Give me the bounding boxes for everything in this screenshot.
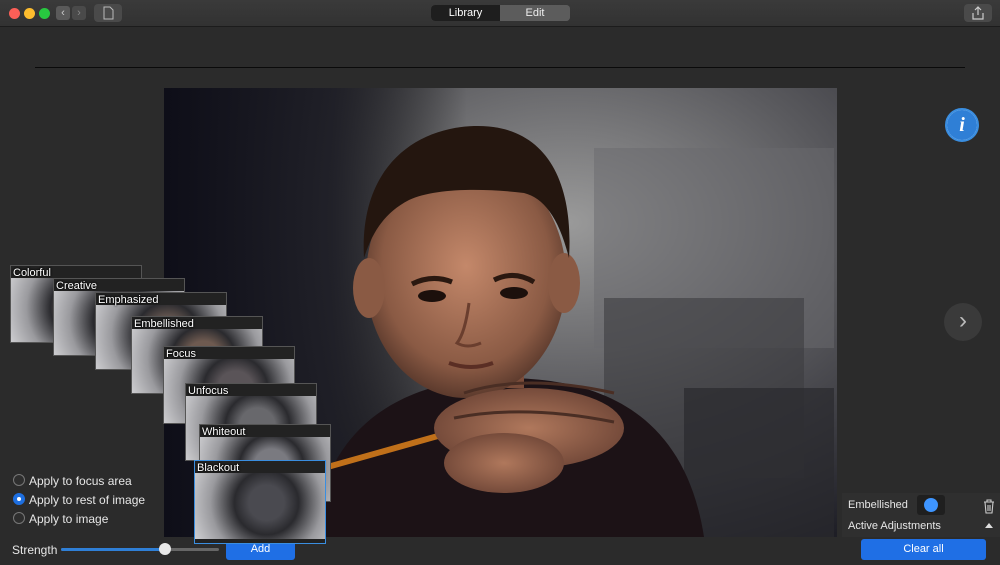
slider-fill [61, 548, 166, 551]
slider-knob[interactable] [159, 543, 172, 555]
tab-library[interactable]: Library [431, 5, 500, 21]
strength-label: Strength [12, 543, 58, 557]
adjustment-name: Embellished [848, 499, 908, 511]
forward-button[interactable]: › [72, 6, 86, 20]
option-label: Apply to focus area [29, 474, 132, 488]
active-adjustments-label: Active Adjustments [848, 520, 941, 532]
back-button[interactable]: ‹ [56, 6, 70, 20]
color-dot [924, 498, 938, 512]
collapse-triangle-icon[interactable] [985, 523, 993, 528]
title-bar: ‹ › Library Edit [0, 0, 1000, 27]
chevron-right-icon: › [959, 307, 967, 334]
preset-label: Colorful [13, 267, 51, 279]
preset-label: Unfocus [188, 385, 229, 397]
radio-button-selected[interactable] [13, 493, 25, 505]
info-button[interactable]: i [945, 108, 979, 142]
preset-label: Whiteout [202, 426, 246, 438]
tab-edit[interactable]: Edit [500, 5, 570, 21]
radio-button[interactable] [13, 512, 25, 524]
mode-segmented-control: Library Edit [431, 5, 570, 21]
minimize-window-button[interactable] [24, 8, 35, 19]
radio-button[interactable] [13, 474, 25, 486]
trash-icon[interactable] [982, 498, 996, 514]
strength-slider[interactable] [61, 543, 219, 555]
divider [35, 67, 965, 68]
preset-label: Creative [56, 280, 97, 292]
option-rest-of-image[interactable]: Apply to rest of image [13, 493, 145, 507]
clear-all-button[interactable]: Clear all [861, 539, 986, 560]
preset-preview-image [195, 473, 325, 539]
preset-label: Focus [166, 348, 196, 360]
next-image-button[interactable]: › [944, 303, 982, 341]
preset-thumbnail[interactable]: Blackout [194, 460, 326, 544]
adjustment-color-swatch[interactable] [917, 495, 945, 515]
share-icon [972, 6, 984, 20]
zoom-window-button[interactable] [39, 8, 50, 19]
info-icon: i [947, 110, 977, 140]
share-button[interactable] [964, 4, 992, 22]
option-label: Apply to rest of image [29, 493, 146, 507]
close-window-button[interactable] [9, 8, 20, 19]
chevron-right-icon: › [77, 7, 81, 19]
chevron-left-icon: ‹ [61, 7, 65, 19]
document-button[interactable] [94, 4, 122, 22]
document-icon [103, 6, 114, 20]
option-label: Apply to image [29, 512, 109, 526]
preset-label: Emphasized [98, 294, 159, 306]
option-focus-area[interactable]: Apply to focus area [13, 474, 132, 488]
preset-label: Blackout [197, 462, 240, 474]
preset-label: Embellished [134, 318, 194, 330]
option-image[interactable]: Apply to image [13, 512, 108, 526]
